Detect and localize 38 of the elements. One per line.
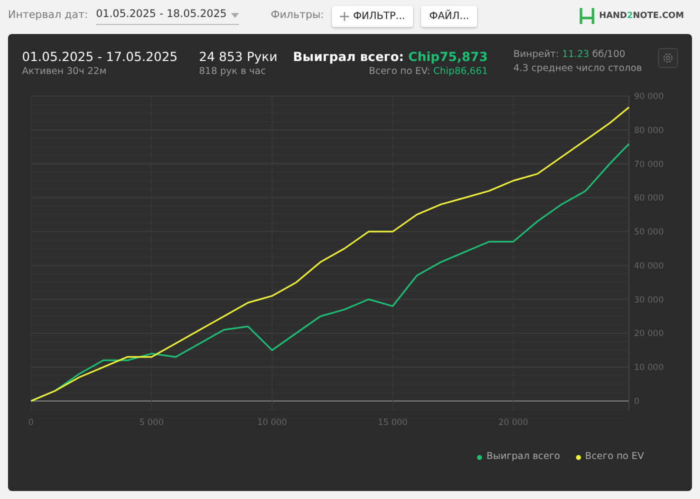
x-axis-label: 5 000 — [139, 418, 164, 428]
y-axis-label: 50 000 — [634, 228, 664, 238]
date-range-label: Интервал дат: — [8, 8, 88, 24]
plus-icon — [340, 12, 350, 20]
hands-per-hour: 818 рук в час — [199, 65, 267, 79]
x-axis-label: 0 — [28, 418, 34, 428]
y-axis-label: 0 — [634, 397, 640, 407]
settings-button[interactable] — [658, 48, 678, 68]
logo-icon — [579, 7, 596, 25]
caret-icon — [230, 12, 239, 18]
y-axis-label: 30 000 — [634, 295, 664, 306]
date-range-dropdown[interactable]: 01.05.2025 - 18.05.2025 — [96, 7, 239, 25]
logo-text: HAND2NOTE.COM — [599, 10, 684, 22]
ev-total: Всего по EV: Chip86,661 — [368, 65, 488, 79]
average-tables-text: 4.3 среднее число столов — [513, 62, 642, 76]
y-axis-label: 10 000 — [634, 363, 664, 374]
won-total: Выиграл всего: Chip75,873 — [293, 48, 488, 65]
settings-icon — [662, 52, 674, 64]
add-filter-button[interactable]: ФИЛЬТР... — [332, 6, 414, 26]
y-axis-label: 80 000 — [634, 126, 664, 136]
active-time-text: Активен 30ч 22м — [22, 65, 108, 79]
winrate-text: Винрейт: 11.23 бб/100 — [513, 48, 626, 62]
legend-label[interactable]: Всего по EV — [585, 450, 644, 464]
y-axis-label: 90 000 — [634, 92, 664, 102]
x-axis-label: 20 000 — [498, 418, 528, 428]
y-axis-label: 70 000 — [634, 160, 664, 170]
y-axis-label: 60 000 — [634, 194, 664, 204]
hands-count: 24 853 Руки — [199, 48, 278, 65]
x-axis-label: 15 000 — [378, 418, 408, 428]
x-axis-label: 10 000 — [257, 418, 287, 428]
legend-label[interactable]: Выиграл всего — [486, 450, 560, 464]
legend-marker — [576, 454, 582, 460]
period-text: 01.05.2025 - 17.05.2025 — [22, 48, 179, 65]
file-button[interactable]: ФАЙЛ... — [421, 6, 478, 26]
y-axis-label: 20 000 — [634, 329, 664, 340]
filters-label: Фильтры: — [270, 8, 324, 24]
y-axis-label: 40 000 — [634, 261, 664, 272]
legend-marker — [477, 454, 482, 460]
